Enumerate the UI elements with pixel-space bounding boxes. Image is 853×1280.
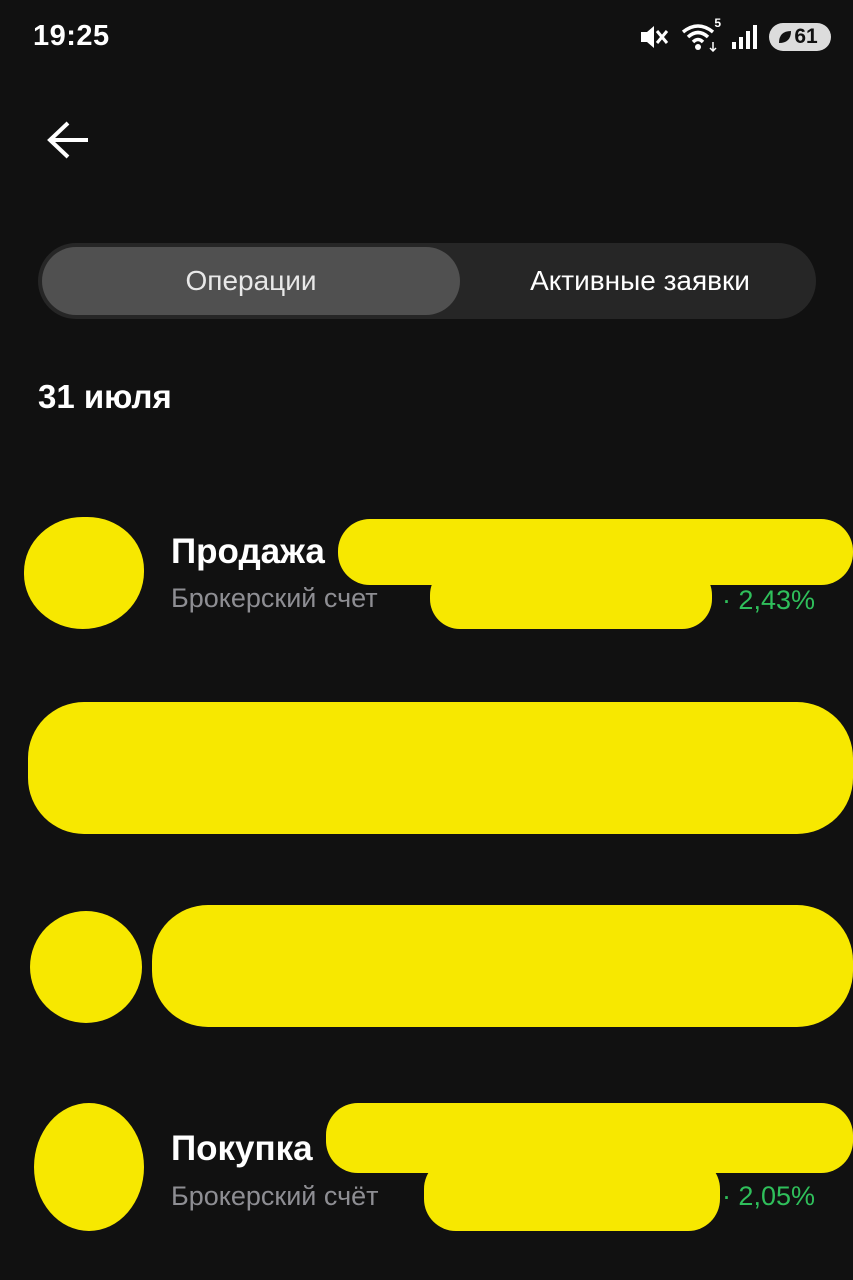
signal-icon — [731, 24, 757, 50]
wifi-badge: 5 — [714, 16, 721, 30]
redacted-avatar — [34, 1103, 144, 1231]
operation-title: Покупка — [171, 1129, 313, 1168]
operation-row[interactable] — [0, 690, 853, 840]
status-time: 19:25 — [33, 20, 110, 52]
wifi-icon: 5 — [681, 16, 721, 52]
operation-percent: · 2,05% — [721, 1181, 815, 1211]
redacted-amount — [430, 565, 712, 629]
status-icons: 5 61 — [639, 16, 831, 54]
battery-level: 61 — [794, 25, 818, 48]
operation-row[interactable]: Продажа Брокерский счет · 2,43% — [0, 505, 853, 635]
redacted-row — [152, 905, 853, 1027]
tab-operations[interactable]: Операции — [42, 247, 460, 315]
operation-row[interactable]: Покупка Брокерский счёт · 2,05% — [0, 1095, 853, 1240]
redacted-row — [28, 702, 853, 834]
operation-row[interactable] — [0, 895, 853, 1030]
operation-subtitle: Брокерский счет — [171, 583, 378, 613]
tabs-segmented-control: Операции Активные заявки — [38, 243, 816, 319]
operation-percent: · 2,43% — [721, 585, 815, 615]
arrow-left-icon — [47, 121, 88, 159]
redacted-avatar — [30, 911, 142, 1023]
operation-title: Продажа — [171, 532, 325, 571]
status-bar: 19:25 5 61 — [0, 0, 853, 76]
date-group-header: 31 июля — [38, 378, 172, 415]
tab-active-orders[interactable]: Активные заявки — [468, 247, 812, 315]
back-button[interactable] — [40, 112, 96, 168]
leaf-icon — [779, 31, 791, 43]
operation-subtitle: Брокерский счёт — [171, 1181, 379, 1211]
redacted-avatar — [24, 517, 144, 629]
battery-icon: 61 — [769, 23, 831, 51]
redacted-amount — [424, 1157, 720, 1231]
mute-vibrate-icon — [639, 23, 669, 51]
